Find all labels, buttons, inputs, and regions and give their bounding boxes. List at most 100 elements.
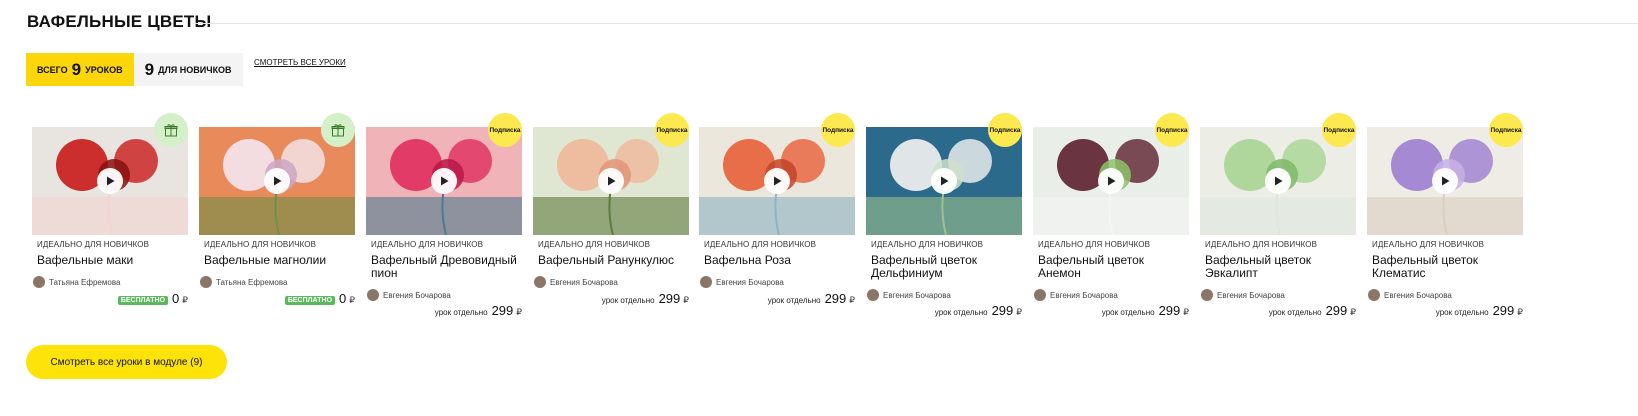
view-all-module-button[interactable]: Смотреть все уроки в модуле (9)	[26, 345, 227, 379]
subscription-badge: Подписка	[1489, 113, 1523, 147]
lesson-card[interactable]: Идеально для новичков Вафельные маки Тат…	[26, 113, 188, 323]
subscription-badge: Подписка	[1155, 113, 1189, 147]
lesson-card[interactable]: Подписка Идеально для новичков Вафельна …	[693, 113, 855, 323]
avatar	[33, 276, 45, 288]
price-value: 299	[1492, 303, 1515, 318]
price-currency: ₽	[849, 295, 855, 305]
lesson-price: бесплатно 0 ₽	[117, 291, 188, 306]
author-name: Евгения Бочарова	[1384, 290, 1452, 300]
lesson-card[interactable]: Подписка Идеально для новичков Вафельный…	[1361, 113, 1523, 323]
lesson-card[interactable]: Подписка Идеально для новичков Вафельный…	[1027, 113, 1189, 323]
lesson-price: урок отдельно 299 ₽	[602, 291, 689, 306]
section-title: Вафельные цветы	[27, 12, 212, 31]
play-icon[interactable]	[1432, 168, 1458, 194]
lesson-level: Идеально для новичков	[371, 240, 484, 249]
free-badge: бесплатно	[284, 296, 336, 305]
beginner-count: 9	[144, 59, 155, 79]
lesson-title[interactable]: Вафельные магнолии	[204, 254, 354, 267]
lesson-title[interactable]: Вафельный Древовидный пион	[371, 254, 521, 280]
lesson-level: Идеально для новичков	[1038, 240, 1151, 249]
price-currency: ₽	[1350, 307, 1356, 317]
lesson-author: Евгения Бочарова	[700, 276, 784, 288]
title-divider	[192, 23, 1638, 24]
lesson-level: Идеально для новичков	[37, 240, 150, 249]
total-suffix: уроков	[85, 64, 123, 75]
author-name: Евгения Бочарова	[383, 290, 451, 300]
price-currency: ₽	[1517, 307, 1523, 317]
lesson-title[interactable]: Вафельный цветок Клематис	[1372, 254, 1522, 280]
price-value: 299	[658, 291, 681, 306]
total-lessons-stat: всего 9 уроков	[26, 53, 134, 86]
author-name: Евгения Бочарова	[716, 277, 784, 287]
beginner-suffix: для новичков	[158, 64, 232, 75]
lesson-level: Идеально для новичков	[1205, 240, 1318, 249]
total-prefix: всего	[37, 64, 68, 75]
price-value: 299	[491, 303, 514, 318]
lesson-title[interactable]: Вафельна Роза	[704, 254, 854, 267]
author-name: Татьяна Ефремова	[49, 277, 121, 287]
price-label: урок отдельно	[934, 308, 988, 317]
price-label: урок отдельно	[434, 308, 488, 317]
lesson-card[interactable]: Подписка Идеально для новичков Вафельный…	[527, 113, 689, 323]
lesson-level: Идеально для новичков	[704, 240, 817, 249]
lesson-price: урок отдельно 299 ₽	[1102, 303, 1189, 318]
lesson-author: Евгения Бочарова	[367, 289, 451, 301]
free-badge: бесплатно	[117, 296, 169, 305]
price-value: 299	[1325, 303, 1348, 318]
lesson-price: урок отдельно 299 ₽	[435, 303, 522, 318]
lesson-title[interactable]: Вафельный цветок Анемон	[1038, 254, 1188, 280]
price-label: урок отдельно	[1268, 308, 1322, 317]
see-all-lessons-link[interactable]: смотреть все уроки	[254, 58, 346, 67]
price-label: урок отдельно	[1435, 308, 1489, 317]
subscription-badge: Подписка	[1322, 113, 1356, 147]
lesson-title[interactable]: Вафельные маки	[37, 254, 187, 267]
price-label: урок отдельно	[767, 296, 821, 305]
price-currency: ₽	[516, 307, 522, 317]
lesson-price: урок отдельно 299 ₽	[1436, 303, 1523, 318]
lesson-author: Татьяна Ефремова	[33, 276, 120, 288]
author-name: Татьяна Ефремова	[216, 277, 288, 287]
author-name: Евгения Бочарова	[1217, 290, 1285, 300]
avatar	[1034, 289, 1046, 301]
price-currency: ₽	[683, 295, 689, 305]
lesson-author: Евгения Бочарова	[1368, 289, 1452, 301]
lesson-price: урок отдельно 299 ₽	[935, 303, 1022, 318]
price-label: урок отдельно	[601, 296, 655, 305]
avatar	[534, 276, 546, 288]
play-icon[interactable]	[764, 168, 790, 194]
lesson-price: урок отдельно 299 ₽	[768, 291, 855, 306]
price-currency: ₽	[1016, 307, 1022, 317]
lesson-card[interactable]: Идеально для новичков Вафельные магнолии…	[193, 113, 355, 323]
price-value: 299	[1158, 303, 1181, 318]
author-name: Евгения Бочарова	[883, 290, 951, 300]
subscription-badge: Подписка	[488, 113, 522, 147]
avatar	[1368, 289, 1380, 301]
lesson-price: бесплатно 0 ₽	[284, 291, 355, 306]
author-name: Евгения Бочарова	[1050, 290, 1118, 300]
price-currency: ₽	[182, 295, 188, 305]
lesson-author: Евгения Бочарова	[1034, 289, 1118, 301]
play-icon[interactable]	[1265, 168, 1291, 194]
author-name: Евгения Бочарова	[550, 277, 618, 287]
subscription-badge: Подписка	[988, 113, 1022, 147]
lesson-title[interactable]: Вафельный цветок Эвкалипт	[1205, 254, 1355, 280]
lesson-level: Идеально для новичков	[204, 240, 317, 249]
lesson-card[interactable]: Подписка Идеально для новичков Вафельный…	[1194, 113, 1356, 323]
lesson-card[interactable]: Подписка Идеально для новичков Вафельный…	[360, 113, 522, 323]
play-icon[interactable]	[931, 168, 957, 194]
play-icon[interactable]	[97, 168, 123, 194]
play-icon[interactable]	[1098, 168, 1124, 194]
beginner-lessons-stat: 9 для новичков	[133, 53, 243, 86]
lesson-title[interactable]: Вафельный Ранункулюс	[538, 254, 688, 267]
lesson-title[interactable]: Вафельный цветок Дельфиниум	[871, 254, 1021, 280]
avatar	[867, 289, 879, 301]
avatar	[200, 276, 212, 288]
play-icon[interactable]	[264, 168, 290, 194]
lesson-author: Евгения Бочарова	[1201, 289, 1285, 301]
price-currency: ₽	[349, 295, 355, 305]
price-value: 299	[991, 303, 1014, 318]
play-icon[interactable]	[598, 168, 624, 194]
lesson-card[interactable]: Подписка Идеально для новичков Вафельный…	[860, 113, 1022, 323]
play-icon[interactable]	[431, 168, 457, 194]
avatar	[700, 276, 712, 288]
